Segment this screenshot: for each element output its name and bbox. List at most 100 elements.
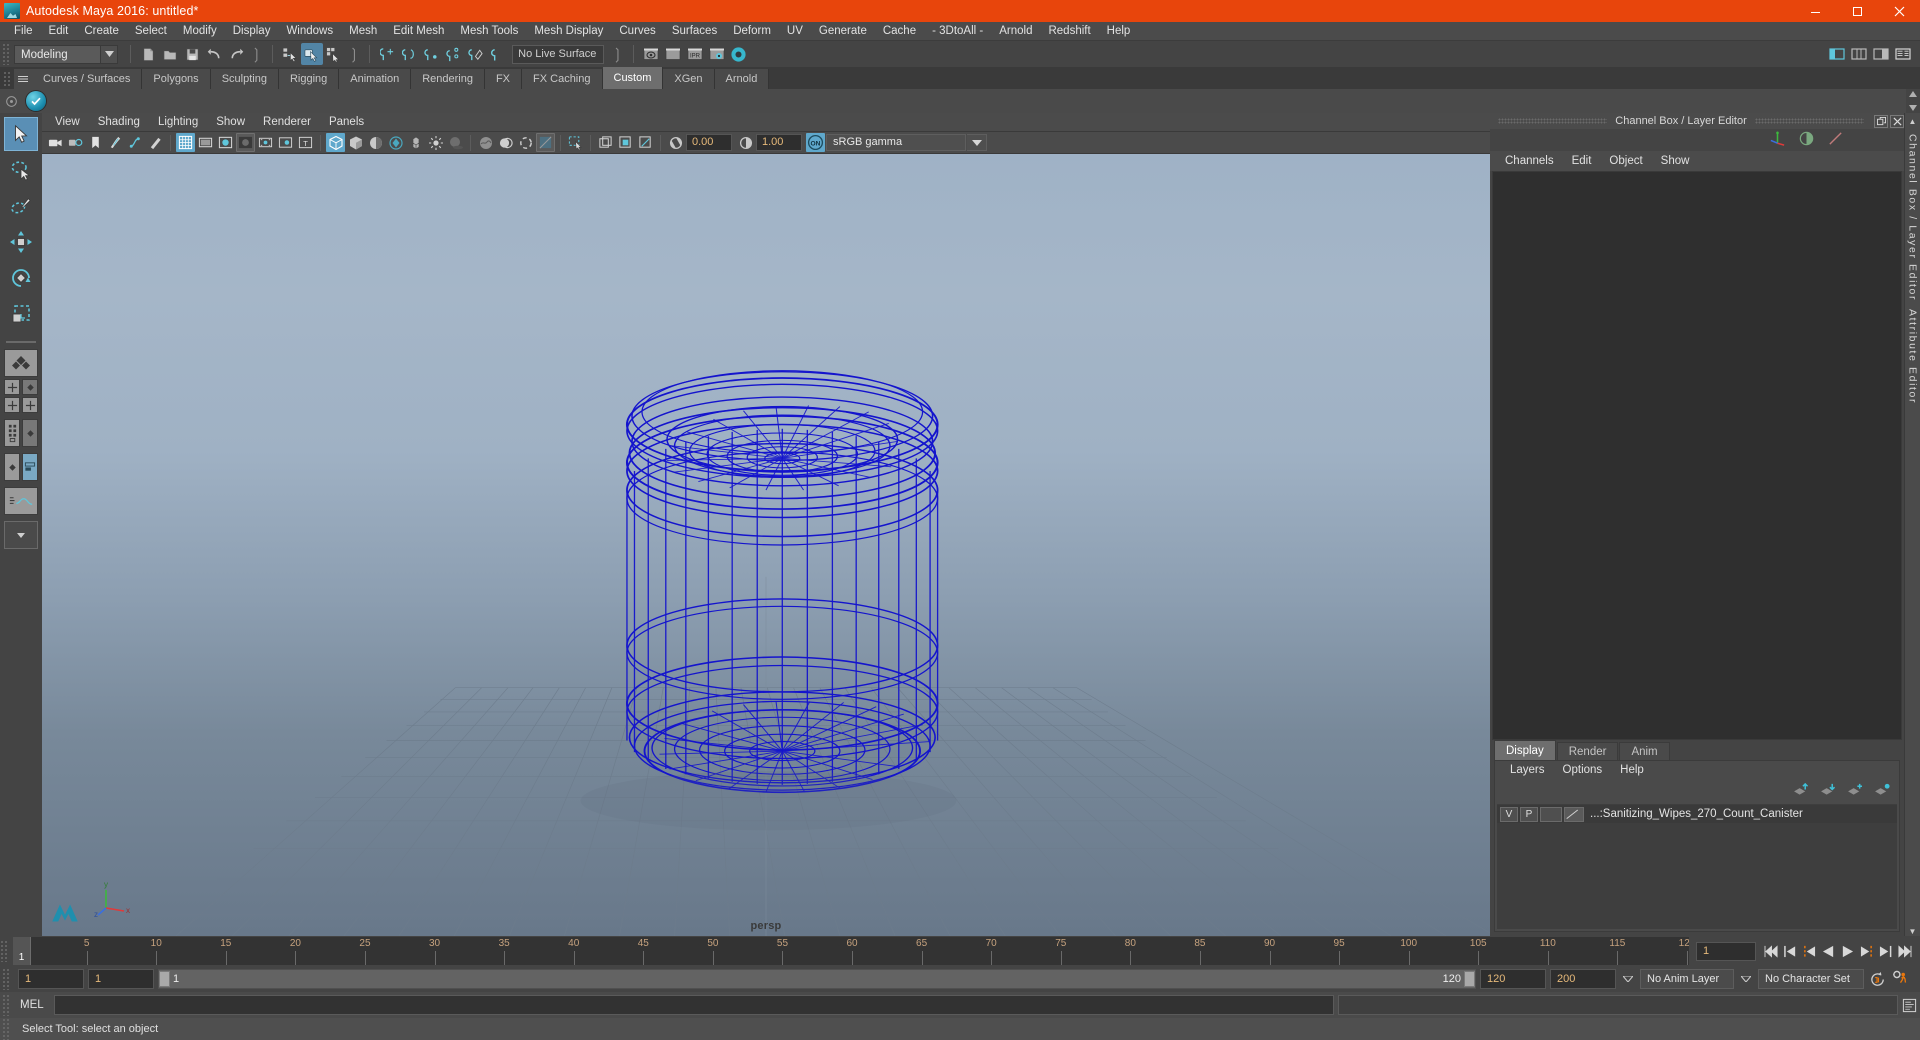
menu-3dtoall[interactable]: - 3DtoAll - <box>924 22 991 41</box>
shadows-icon[interactable] <box>446 133 465 152</box>
film-origin-icon[interactable] <box>256 133 275 152</box>
channel-box-menu-channels[interactable]: Channels <box>1496 151 1563 171</box>
shelf-scroll-rail[interactable] <box>1906 89 1920 113</box>
dock-label-attribute-editor[interactable]: Attribute Editor <box>1907 309 1919 404</box>
animation-preferences-icon[interactable] <box>1891 969 1910 989</box>
copy-view-icon[interactable] <box>616 133 635 152</box>
half-circle-icon[interactable] <box>1798 130 1815 150</box>
menu-file[interactable]: File <box>6 22 41 41</box>
open-scene-icon[interactable] <box>159 43 181 65</box>
paint-effects-icon[interactable] <box>146 133 165 152</box>
two-sided-lighting-icon[interactable] <box>126 133 145 152</box>
step-forward-frame-icon[interactable] <box>1857 941 1876 961</box>
shelf-tab-arnold[interactable]: Arnold <box>714 69 770 89</box>
layer-menu-help[interactable]: Help <box>1611 761 1653 780</box>
viewport-menu-shading[interactable]: Shading <box>89 113 149 132</box>
layer-visibility-toggle[interactable]: V <box>1500 806 1518 822</box>
persp-render-split-layout[interactable] <box>22 453 38 481</box>
channel-box-list[interactable] <box>1492 171 1902 740</box>
layer-list[interactable]: V P ...:Sanitizing_Wipes_270_Count_Canis… <box>1497 804 1897 929</box>
gate-mask-icon[interactable] <box>236 133 255 152</box>
color-profile-caret-icon[interactable] <box>967 134 987 151</box>
range-start-field[interactable]: 1 <box>88 969 154 989</box>
channel-box-menu-show[interactable]: Show <box>1652 151 1699 171</box>
shelf-tab-animation[interactable]: Animation <box>339 69 412 89</box>
help-line-grip[interactable] <box>2 1018 11 1040</box>
hypershade-icon[interactable] <box>728 43 750 65</box>
shelf-menu-icon[interactable] <box>14 69 32 89</box>
menu-curves[interactable]: Curves <box>611 22 663 41</box>
layer-menu-layers[interactable]: Layers <box>1501 761 1554 780</box>
new-scene-icon[interactable] <box>137 43 159 65</box>
redo-icon[interactable] <box>225 43 247 65</box>
gamma-adjust-icon[interactable] <box>736 133 755 152</box>
range-slider-right-handle[interactable] <box>1464 971 1475 987</box>
shelf-tab-xgen[interactable]: XGen <box>663 69 715 89</box>
range-slider-track[interactable]: 1 120 <box>158 969 1476 989</box>
persp-graph-split-layout[interactable] <box>4 453 20 481</box>
dock-scroll-up-icon[interactable]: ▲ <box>1909 117 1917 126</box>
menu-redshift[interactable]: Redshift <box>1040 22 1098 41</box>
menu-create[interactable]: Create <box>76 22 127 41</box>
exposure-adjust-icon[interactable] <box>666 133 685 152</box>
close-button[interactable] <box>1878 0 1920 22</box>
shelf-options-icon[interactable] <box>0 89 22 113</box>
minimize-button[interactable] <box>1794 0 1836 22</box>
anim-start-field[interactable]: 1 <box>18 969 84 989</box>
shaded-wireframe-icon[interactable] <box>406 133 425 152</box>
duplicate-view-icon[interactable] <box>596 133 615 152</box>
menu-surfaces[interactable]: Surfaces <box>664 22 725 41</box>
select-marquee-icon[interactable] <box>566 133 585 152</box>
attribute-editor-toggle-icon[interactable] <box>1870 43 1892 65</box>
undo-icon[interactable] <box>203 43 225 65</box>
go-to-end-icon[interactable] <box>1895 941 1914 961</box>
play-forwards-icon[interactable] <box>1838 941 1857 961</box>
menu-select[interactable]: Select <box>127 22 175 41</box>
menu-modify[interactable]: Modify <box>175 22 225 41</box>
rotate-tool[interactable] <box>4 261 38 295</box>
menu-help[interactable]: Help <box>1099 22 1139 41</box>
layer-color-swatch[interactable] <box>1564 806 1584 822</box>
menu-mesh-display[interactable]: Mesh Display <box>526 22 611 41</box>
select-by-hierarchy-icon[interactable] <box>279 43 301 65</box>
channel-box-toggle-icon[interactable] <box>1892 43 1914 65</box>
single-perspective-layout[interactable] <box>4 349 38 377</box>
close-icon[interactable] <box>1890 114 1904 128</box>
persp-outliner-layout[interactable] <box>22 379 38 395</box>
gamma-value-field[interactable]: 1.00 <box>756 134 802 151</box>
viewport-menu-lighting[interactable]: Lighting <box>149 113 207 132</box>
script-editor-icon[interactable] <box>1898 998 1920 1013</box>
text-overlay-icon[interactable]: T <box>296 133 315 152</box>
viewport-3d[interactable]: y x z persp <box>42 154 1490 936</box>
shelf-tab-rendering[interactable]: Rendering <box>411 69 485 89</box>
slanted-line-icon[interactable] <box>1827 130 1844 150</box>
menu-mesh-tools[interactable]: Mesh Tools <box>452 22 526 41</box>
shelf-tab-polygons[interactable]: Polygons <box>142 69 211 89</box>
exposure-value-field[interactable]: 0.00 <box>686 134 732 151</box>
shelf-tab-fx-caching[interactable]: FX Caching <box>522 69 603 89</box>
channel-box-menu-edit[interactable]: Edit <box>1563 151 1601 171</box>
view-settings-icon[interactable] <box>636 133 655 152</box>
dock-label-channel-box[interactable]: Channel Box / Layer Editor <box>1907 134 1919 301</box>
xray-joints-icon[interactable] <box>516 133 535 152</box>
shelf-tab-custom[interactable]: Custom <box>602 67 664 89</box>
layer-menu-options[interactable]: Options <box>1554 761 1612 780</box>
layer-shading-toggle[interactable] <box>1540 806 1562 822</box>
lasso-select-tool[interactable] <box>4 153 38 187</box>
texture-icon[interactable] <box>476 133 495 152</box>
render-sequence-icon[interactable] <box>662 43 684 65</box>
range-grip[interactable] <box>2 968 11 990</box>
statusline-grip[interactable] <box>2 43 11 65</box>
current-frame-field[interactable]: 1 <box>1696 941 1756 961</box>
time-ticks[interactable]: 1 5 10 15 20 25 30 35 40 45 50 55 60 65 70 75 80 85 90 95 1… <box>13 937 1689 965</box>
live-surface-field[interactable]: No Live Surface <box>512 44 605 64</box>
range-end-field[interactable]: 120 <box>1480 969 1546 989</box>
step-back-frame-icon[interactable] <box>1800 941 1819 961</box>
bookmark-icon[interactable] <box>86 133 105 152</box>
viewport-menu-view[interactable]: View <box>46 113 89 132</box>
dock-scroll-down-icon[interactable]: ▼ <box>1909 927 1917 936</box>
anim-layer-field[interactable]: No Anim Layer <box>1640 969 1734 989</box>
grid-toggle-icon[interactable] <box>176 133 195 152</box>
command-line-grip[interactable] <box>2 994 11 1016</box>
viewport-menu-renderer[interactable]: Renderer <box>254 113 320 132</box>
